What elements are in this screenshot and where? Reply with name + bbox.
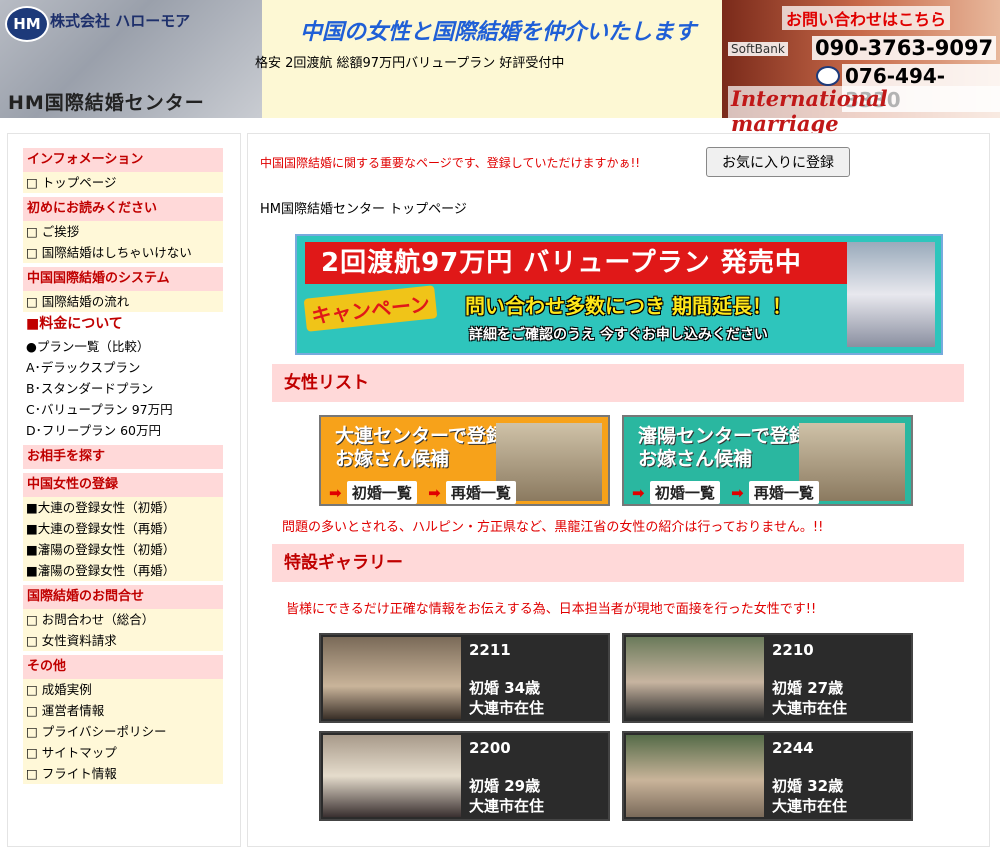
sidebar-item-sitemap[interactable]: □ サイトマップ (23, 742, 223, 763)
header-tagline: International marriage (728, 86, 1000, 136)
main-content: 中国国際結婚に関する重要なページです、登録していただけますかぁ!! お気に入りに… (247, 133, 990, 847)
shenyang-center-card[interactable]: 瀋陽センターで登録の お嫁さん候補 ➡ 初婚一覧 ➡ 再婚一覧 (622, 415, 913, 506)
sidebar-heading-read-first: 初めにお読みください (23, 197, 223, 221)
women-list-heading: 女性リスト (272, 364, 964, 402)
profile-id: 2210 (772, 641, 814, 659)
center-card-buttons: ➡ 初婚一覧 ➡ 再婚一覧 (329, 481, 522, 504)
sidebar-item-greeting[interactable]: □ ご挨拶 (23, 221, 223, 242)
gallery-note-text: 皆様にできるだけ正確な情報をお伝えする為、日本担当者が現地で面接を行った女性です… (286, 602, 817, 617)
contact-label: お問い合わせはこちら (782, 6, 951, 30)
site-name: HM国際結婚センター (8, 92, 205, 114)
profile-id: 2200 (469, 739, 511, 757)
dalian-center-card[interactable]: 大連センターで登録の お嫁さん候補 ➡ 初婚一覧 ➡ 再婚一覧 (319, 415, 610, 506)
sidebar-item-plan-list[interactable]: ●プラン一覧（比較） (23, 336, 223, 357)
dalian-remarriage-link[interactable]: 再婚一覧 (445, 481, 516, 504)
sidebar-item-flow[interactable]: □ 国際結婚の流れ (23, 291, 223, 312)
center-card-title-line2: お嫁さん候補 (335, 448, 450, 470)
dalian-first-marriage-link[interactable]: 初婚一覧 (346, 481, 417, 504)
arrow-right-icon: ➡ (731, 484, 744, 502)
softbank-logo: SoftBank (728, 42, 788, 56)
sidebar-item-shenyang-first[interactable]: ■瀋陽の登録女性（初婚） (23, 539, 223, 560)
profile-photo (626, 735, 764, 817)
profile-id: 2244 (772, 739, 814, 757)
header-subcatch: 格安 2回渡航 総額97万円バリュープラン 好評受付中 (255, 56, 565, 71)
profile-card[interactable]: 2200 初婚 29歳 大連市在住 (319, 731, 610, 821)
profile-age: 初婚 34歳 (469, 679, 541, 697)
sidebar: インフォメーション □ トップページ 初めにお読みください □ ご挨拶 □ 国際… (7, 133, 241, 847)
sidebar-heading-system: 中国国際結婚のシステム (23, 267, 223, 291)
profile-card[interactable]: 2244 初婚 32歳 大連市在住 (622, 731, 913, 821)
notice-text: 中国国際結婚に関する重要なページです、登録していただけますかぁ!! (260, 156, 641, 170)
banner-extension: 問い合わせ多数につき 期間延長！！ (465, 294, 792, 318)
page-title: HM国際結婚センター トップページ (260, 202, 467, 217)
region-warning-text: 問題の多いとされる、ハルピン・方正県など、黒龍江省の女性の紹介は行っておりません… (282, 520, 824, 535)
company-name: 株式会社 ハローモア (50, 12, 191, 30)
center-card-buttons: ➡ 初婚一覧 ➡ 再婚一覧 (632, 481, 825, 504)
sidebar-item-plan-d[interactable]: D･フリープラン 60万円 (23, 420, 223, 441)
logo-area[interactable]: HM 株式会社 ハローモア HM国際結婚センター (0, 0, 262, 118)
sidebar-item-doc-request[interactable]: □ 女性資料請求 (23, 630, 223, 651)
profile-age: 初婚 27歳 (772, 679, 844, 697)
shenyang-remarriage-link[interactable]: 再婚一覧 (748, 481, 819, 504)
company-logo-icon: HM (5, 6, 49, 42)
site-header: HM 株式会社 ハローモア HM国際結婚センター 中国の女性と国際結婚を仲介いた… (0, 0, 1000, 136)
sidebar-item-success[interactable]: □ 成婚実例 (23, 679, 223, 700)
sidebar-item-privacy[interactable]: □ プライバシーポリシー (23, 721, 223, 742)
profile-age: 初婚 29歳 (469, 777, 541, 795)
profile-location: 大連市在住 (469, 699, 545, 717)
profile-card[interactable]: 2211 初婚 34歳 大連市在住 (319, 633, 610, 723)
profile-location: 大連市在住 (772, 699, 848, 717)
banner-campaign: キャンペーン (303, 285, 438, 332)
sidebar-heading-info: インフォメーション (23, 148, 223, 172)
arrow-right-icon: ➡ (632, 484, 645, 502)
ntt-logo-icon (816, 66, 840, 86)
profile-photo (626, 637, 764, 719)
banner-headline: 2回渡航97万円 バリュープラン 発売中 (305, 242, 861, 284)
sidebar-item-flight[interactable]: □ フライト情報 (23, 763, 223, 784)
profile-photo (323, 735, 461, 817)
sidebar-heading-find-partner[interactable]: お相手を探す (23, 445, 223, 469)
sidebar-item-dalian-re[interactable]: ■大連の登録女性（再婚） (23, 518, 223, 539)
banner-photo (847, 242, 935, 347)
profile-location: 大連市在住 (772, 797, 848, 815)
contact-area: お問い合わせはこちら SoftBank 090-3763-9097 076-49… (722, 0, 1000, 136)
banner-detail: 詳細をご確認のうえ 今すぐお申し込みください (469, 327, 768, 343)
profile-location: 大連市在住 (469, 797, 545, 815)
sidebar-heading-fees[interactable]: ■料金について (23, 312, 223, 336)
profile-card[interactable]: 2210 初婚 27歳 大連市在住 (622, 633, 913, 723)
sidebar-heading-registration: 中国女性の登録 (23, 473, 223, 497)
profile-age: 初婚 32歳 (772, 777, 844, 795)
gallery-heading: 特設ギャラリー (272, 544, 964, 582)
add-favorite-button[interactable]: お気に入りに登録 (706, 147, 850, 177)
arrow-right-icon: ➡ (329, 484, 342, 502)
sidebar-item-shenyang-re[interactable]: ■瀋陽の登録女性（再婚） (23, 560, 223, 581)
sidebar-item-operator[interactable]: □ 運営者情報 (23, 700, 223, 721)
sidebar-item-dalian-first[interactable]: ■大連の登録女性（初婚） (23, 497, 223, 518)
value-plan-banner[interactable]: 2回渡航97万円 バリュープラン 発売中 キャンペーン 問い合わせ多数につき 期… (295, 234, 943, 355)
shenyang-first-marriage-link[interactable]: 初婚一覧 (649, 481, 720, 504)
sidebar-item-plan-a[interactable]: A･デラックスプラン (23, 357, 223, 378)
sidebar-item-contact[interactable]: □ お問合わせ（総合） (23, 609, 223, 630)
profile-photo (323, 637, 461, 719)
tel-mobile[interactable]: 090-3763-9097 (812, 36, 997, 60)
profile-id: 2211 (469, 641, 511, 659)
sidebar-item-plan-b[interactable]: B･スタンダードプラン (23, 378, 223, 399)
center-card-title-line2: お嫁さん候補 (638, 448, 753, 470)
sidebar-heading-inquiry: 国際結婚のお問合せ (23, 585, 223, 609)
sidebar-item-top[interactable]: □ トップページ (23, 172, 223, 193)
sidebar-item-plan-c[interactable]: C･バリュープラン 97万円 (23, 399, 223, 420)
header-catchphrase: 中国の女性と国際結婚を仲介いたします (300, 20, 697, 45)
sidebar-heading-other: その他 (23, 655, 223, 679)
arrow-right-icon: ➡ (428, 484, 441, 502)
sidebar-item-warning[interactable]: □ 国際結婚はしちゃいけない (23, 242, 223, 263)
